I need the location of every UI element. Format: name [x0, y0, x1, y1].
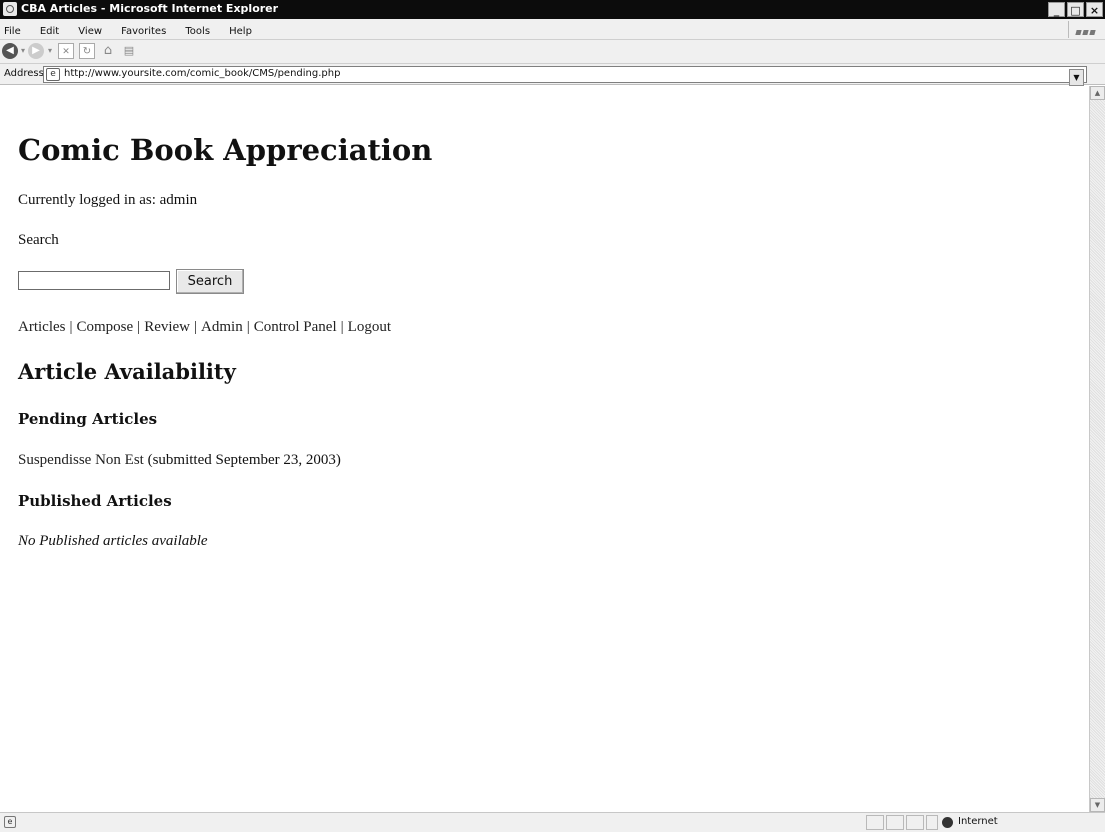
scroll-down-arrow-icon[interactable]: ▼ [1090, 798, 1105, 812]
toolbar: ◀ ▾ ▶ ▾ ✕ ↻ ⌂ ▤ [0, 40, 1105, 64]
logged-in-status: Currently logged in as: admin [18, 192, 198, 208]
menu-favorites[interactable]: Favorites [121, 26, 166, 37]
nav-compose[interactable]: Compose [77, 319, 134, 335]
menu-file[interactable]: File [4, 26, 21, 37]
address-bar: Address e http://www.yoursite.com/comic_… [0, 64, 1105, 86]
status-panel [886, 815, 904, 830]
menu-edit[interactable]: Edit [40, 26, 59, 37]
page-content: Comic Book Appreciation Currently logged… [0, 86, 1089, 812]
address-url[interactable]: http://www.yoursite.com/comic_book/CMS/p… [64, 68, 340, 79]
status-panel [926, 815, 938, 830]
nav-separator: | [194, 319, 198, 335]
published-heading: Published Articles [18, 492, 172, 510]
status-panel [906, 815, 924, 830]
window-controls: _ □ × [1048, 2, 1103, 17]
menu-tools[interactable]: Tools [185, 26, 210, 37]
scroll-up-arrow-icon[interactable]: ▲ [1090, 86, 1105, 100]
pending-article-link[interactable]: Suspendisse Non Est [18, 452, 144, 468]
address-field[interactable]: e http://www.yoursite.com/comic_book/CMS… [43, 66, 1087, 86]
search-input[interactable] [18, 271, 170, 290]
site-title: Comic Book Appreciation [18, 133, 433, 167]
forward-dropdown-icon[interactable]: ▾ [46, 43, 54, 59]
nav-separator: | [137, 319, 141, 335]
pending-heading: Pending Articles [18, 410, 158, 428]
no-published-message: No Published articles available [18, 533, 208, 549]
search-button[interactable]: Search [176, 269, 244, 294]
page-status-icon: e [4, 816, 16, 828]
status-bar: e Internet [0, 812, 1105, 832]
pending-article-item: Suspendisse Non Est (submitted September… [18, 452, 341, 469]
back-dropdown-icon[interactable]: ▾ [19, 43, 27, 59]
windows-logo-icon [1068, 21, 1097, 54]
home-icon[interactable]: ⌂ [100, 43, 116, 59]
nav-admin[interactable]: Admin [201, 319, 243, 335]
nav-review[interactable]: Review [144, 319, 190, 335]
nav-separator: | [69, 319, 73, 335]
nav-separator: | [340, 319, 344, 335]
back-icon[interactable]: ◀ [2, 43, 18, 59]
nav-logout[interactable]: Logout [348, 319, 391, 335]
nav-separator: | [246, 319, 250, 335]
main-nav: Articles | Compose | Review | Admin | Control Pa… [18, 319, 391, 336]
menu-help[interactable]: Help [229, 26, 252, 37]
nav-articles[interactable]: Articles [18, 319, 65, 335]
menu-bar: File Edit View Favorites Tools Help [0, 19, 1105, 54]
pending-article-meta: (submitted September 23, 2003) [147, 452, 341, 468]
address-dropdown-button[interactable]: ▼ [1069, 69, 1084, 86]
search-label: Search [18, 232, 59, 248]
ie-app-icon [3, 2, 17, 16]
maximize-button[interactable]: □ [1067, 2, 1084, 17]
menu-view[interactable]: View [78, 26, 102, 37]
security-zone-label: Internet [958, 816, 998, 827]
close-button[interactable]: × [1086, 2, 1103, 17]
section-title: Article Availability [18, 359, 236, 384]
internet-zone-icon [942, 817, 953, 828]
window-title: CBA Articles - Microsoft Internet Explor… [21, 2, 279, 15]
address-label: Address [4, 68, 44, 79]
print-icon[interactable]: ▤ [121, 43, 137, 59]
refresh-icon[interactable]: ↻ [79, 43, 95, 59]
vertical-scrollbar[interactable]: ▲ ▼ [1089, 86, 1105, 812]
page-icon: e [46, 68, 60, 81]
stop-icon[interactable]: ✕ [58, 43, 74, 59]
window-title-bar[interactable]: CBA Articles - Microsoft Internet Explor… [0, 0, 1105, 19]
status-panel [866, 815, 884, 830]
minimize-button[interactable]: _ [1048, 2, 1065, 17]
nav-control-panel[interactable]: Control Panel [254, 319, 337, 335]
forward-icon[interactable]: ▶ [28, 43, 44, 59]
